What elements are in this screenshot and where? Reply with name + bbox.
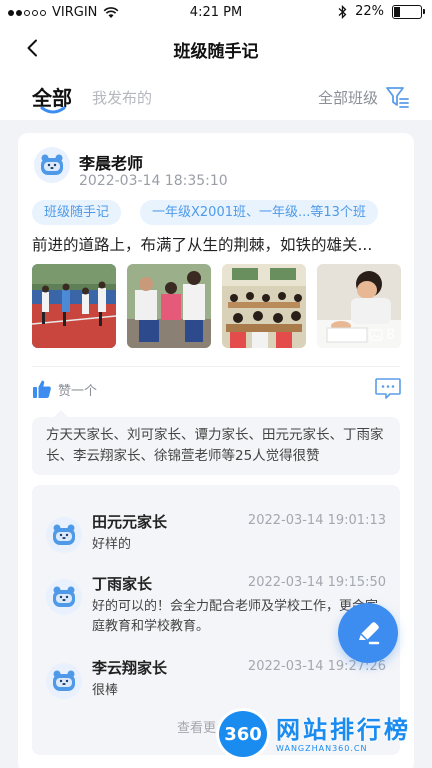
- post-photo[interactable]: [127, 264, 211, 348]
- watermark-subtitle: WANGZHAN360.CN: [276, 744, 368, 753]
- nav-bar: 班级随手记: [0, 26, 432, 70]
- post-time: 2022-03-14 18:35:10: [79, 173, 228, 189]
- class-filter-button[interactable]: 全部班级: [318, 84, 410, 110]
- comment-icon: [375, 378, 401, 399]
- edit-pen-icon: [359, 622, 380, 645]
- bear-avatar-icon: [41, 154, 63, 175]
- filter-icon: [386, 87, 409, 108]
- watermark-logo: 360: [216, 708, 270, 760]
- page-title: 班级随手记: [173, 42, 259, 62]
- tag-classes[interactable]: 一年级X2001班、一年级...等13个班: [140, 200, 378, 225]
- post-photo[interactable]: [32, 264, 116, 348]
- tag-post-type[interactable]: 班级随手记: [32, 200, 122, 225]
- status-bar: VIRGIN 4:21 PM 22%: [0, 0, 432, 26]
- class-filter-label: 全部班级: [317, 88, 378, 107]
- comment-text: 好样的: [92, 537, 132, 552]
- bear-avatar-icon: [53, 670, 75, 691]
- commenter-avatar[interactable]: [46, 663, 82, 699]
- commenter-avatar[interactable]: [46, 579, 82, 615]
- commenter-name[interactable]: 李云翔家长: [92, 657, 167, 678]
- post-photo[interactable]: [222, 264, 306, 348]
- tab-active-indicator: [40, 106, 66, 114]
- comment-text: 很棒: [92, 683, 119, 698]
- watermark: 360 网站排行榜 WANGZHAN360.CN: [216, 704, 426, 764]
- comment-time: 2022-03-14 19:01:13: [247, 513, 386, 528]
- like-button[interactable]: 赞一个: [32, 379, 97, 399]
- divider: [32, 366, 400, 367]
- tab-mine[interactable]: 我发布的: [92, 87, 152, 108]
- post-text[interactable]: 前进的道路上，布满了从生的荆棘，如铁的雄关...: [32, 233, 404, 255]
- tab-bar: 全部 我发布的 全部班级: [0, 70, 432, 120]
- watermark-title: 网站排行榜: [276, 716, 411, 744]
- bluetooth-icon: [338, 4, 347, 19]
- author-name[interactable]: 李晨老师: [79, 150, 143, 174]
- photo-image: [32, 264, 116, 348]
- comment-time: 2022-03-14 19:15:50: [247, 575, 386, 590]
- commenter-avatar[interactable]: [46, 517, 82, 553]
- compose-button[interactable]: [338, 603, 398, 663]
- bear-avatar-icon: [53, 524, 75, 545]
- status-right: 22%: [338, 4, 425, 19]
- thumbs-up-icon: [33, 380, 51, 398]
- photo-count: 8: [369, 327, 395, 343]
- post-photo[interactable]: 8: [317, 264, 401, 348]
- likes-summary: 方天天家长、刘可家长、谭力家长、田元元家长、丁雨家长、李云翔家长、徐锦萱老师等2…: [32, 410, 400, 475]
- post-card: 李晨老师 2022-03-14 18:35:10 班级随手记 一年级X2001班…: [18, 133, 414, 768]
- photo-count-number: 8: [386, 327, 395, 343]
- photo-image: [127, 264, 211, 348]
- battery-percent: 22%: [355, 4, 384, 19]
- commenter-name[interactable]: 田元元家长: [92, 511, 167, 532]
- like-label: 赞一个: [58, 383, 98, 399]
- author-avatar[interactable]: [34, 147, 70, 183]
- image-icon: [369, 329, 383, 341]
- comment-button[interactable]: [374, 377, 402, 405]
- bear-avatar-icon: [53, 586, 75, 607]
- battery-icon: [392, 4, 425, 19]
- commenter-name[interactable]: 丁雨家长: [92, 573, 152, 594]
- photo-image: [222, 264, 306, 348]
